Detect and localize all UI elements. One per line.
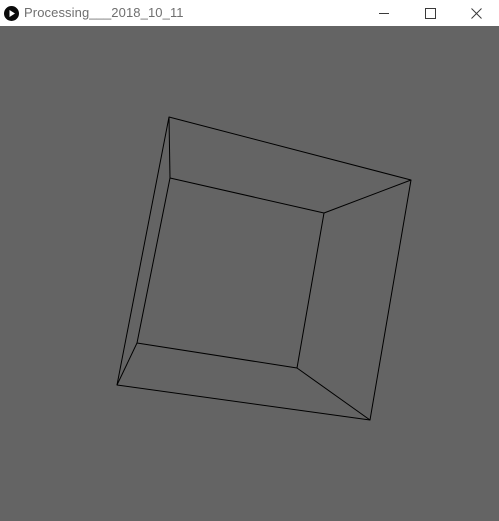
processing-play-icon[interactable] [4,6,19,21]
cube-edge-bottom-right [296,367,371,421]
minimize-icon [378,8,390,19]
minimize-button[interactable] [361,0,407,26]
cube-edge-bottom-left [116,342,138,386]
processing-window: Processing___2018_10_11 [0,0,499,521]
cube-edge-top-left [168,116,171,179]
title-bar[interactable]: Processing___2018_10_11 [0,0,499,26]
cube-inner-face [136,177,325,369]
close-icon [470,7,482,19]
maximize-icon [424,7,436,19]
window-controls [361,0,499,26]
cube-edge-top-right [323,179,412,214]
cube-outer-face [116,116,412,421]
maximize-button[interactable] [407,0,453,26]
wireframe-cube [116,116,412,421]
close-button[interactable] [453,0,499,26]
sketch-canvas[interactable] [0,26,499,521]
window-title: Processing___2018_10_11 [24,5,184,20]
